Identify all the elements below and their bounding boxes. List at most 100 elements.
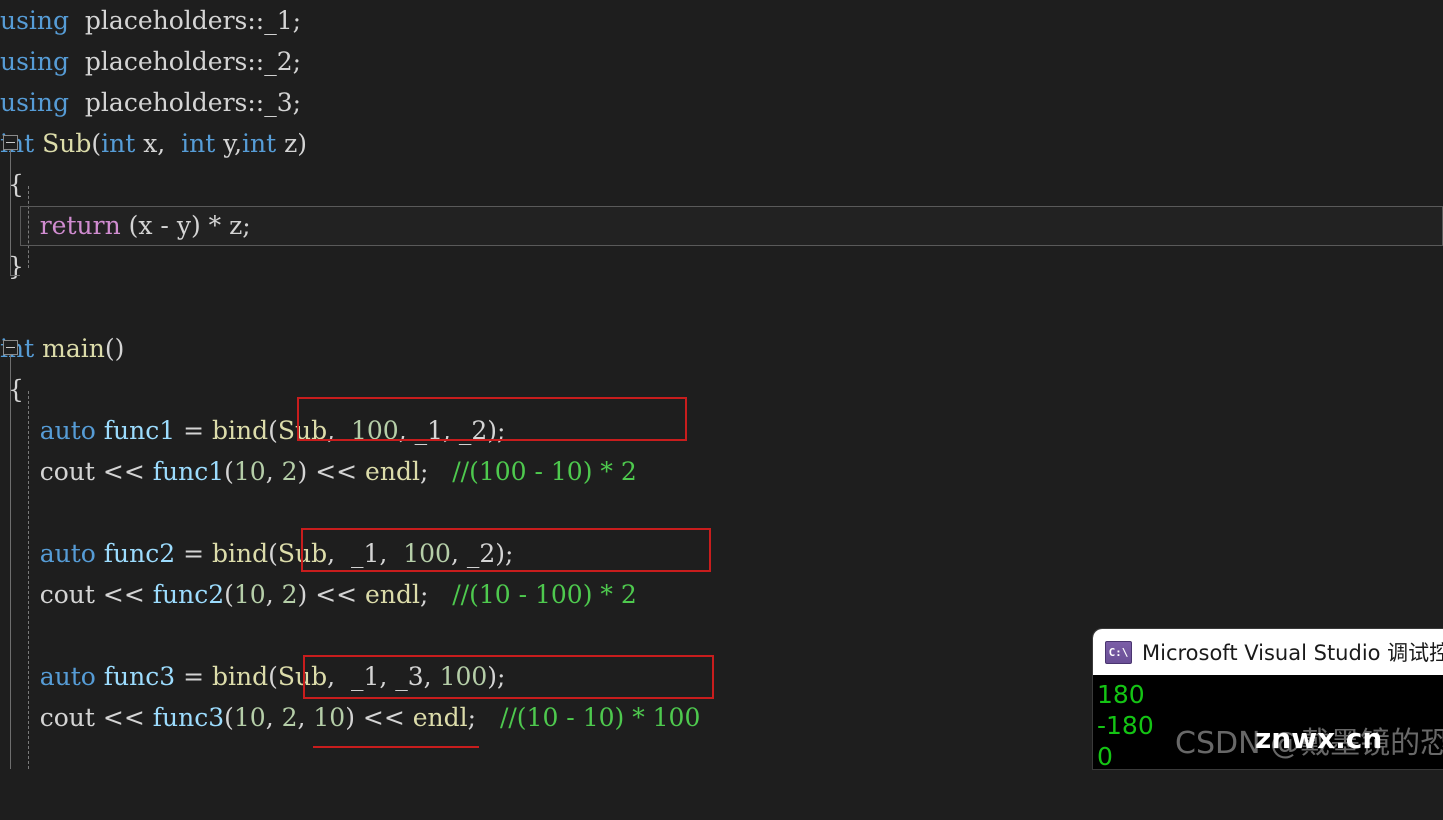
code-line[interactable]: auto func2 = bind(Sub, _1, 100, _2);	[0, 533, 514, 574]
code-line[interactable]: cout << func3(10, 2, 10) << endl; //(10 …	[0, 697, 701, 738]
code-token: Sub	[277, 539, 328, 568]
code-token: ) <<	[345, 703, 413, 732]
code-token: bind	[212, 662, 269, 691]
code-line[interactable]: int Sub(int x, int y,int z)	[0, 123, 307, 164]
code-token: bind	[212, 416, 269, 445]
code-token: cout <<	[0, 580, 153, 609]
code-token: //(100 - 10) * 2	[452, 457, 637, 486]
console-output-line: 0	[1097, 742, 1113, 769]
code-token: }	[0, 252, 24, 281]
console-output-line: 180	[1097, 680, 1145, 709]
code-line[interactable]: int main()	[0, 328, 124, 369]
code-token: ,	[265, 457, 282, 486]
debug-console-window[interactable]: C:\ Microsoft Visual Studio 调试控制台 180-18…	[1093, 629, 1443, 769]
code-token: main	[42, 334, 105, 363]
code-token: , _1, _3,	[327, 662, 440, 691]
code-token: 2	[281, 580, 298, 609]
fold-region-end	[10, 275, 20, 276]
code-line[interactable]: using placeholders::_1;	[0, 0, 301, 41]
code-line[interactable]: {	[0, 164, 24, 205]
code-token: 10	[233, 703, 266, 732]
code-token: ;	[467, 703, 500, 732]
code-token: (	[91, 129, 102, 158]
console-output: 180 -180 0	[1093, 675, 1443, 769]
code-token: 2	[281, 457, 298, 486]
code-token: ,	[265, 703, 282, 732]
code-token: ) <<	[297, 580, 366, 609]
code-token: endl	[412, 703, 468, 732]
code-token: //(10 - 100) * 2	[452, 580, 637, 609]
code-line[interactable]: }	[0, 246, 24, 287]
code-token: int	[101, 129, 136, 158]
code-token: int	[181, 129, 216, 158]
code-token: cout <<	[0, 703, 153, 732]
code-token: , _1,	[327, 539, 404, 568]
code-token: =	[175, 416, 213, 445]
console-output-line: -180	[1097, 711, 1154, 740]
fold-region-line	[10, 355, 11, 769]
code-token: int	[242, 129, 277, 158]
code-token: y,	[215, 129, 243, 158]
code-token: placeholders::_2;	[69, 47, 302, 76]
code-token: Sub	[277, 416, 328, 445]
code-token: (	[268, 416, 278, 445]
code-token: auto	[39, 416, 96, 445]
code-token: (	[224, 457, 234, 486]
code-line[interactable]: using placeholders::_3;	[0, 82, 301, 123]
code-token: ()	[104, 334, 125, 363]
code-token: {	[0, 170, 24, 199]
code-line[interactable]: {	[0, 369, 24, 410]
code-token: using	[0, 88, 70, 117]
current-line-highlight	[20, 206, 1443, 246]
code-token: , _2);	[450, 539, 514, 568]
code-token: 100	[439, 662, 488, 691]
code-token: cout <<	[0, 457, 153, 486]
code-token: Sub	[277, 662, 328, 691]
code-token: =	[175, 662, 213, 691]
code-token: 10	[233, 580, 266, 609]
fold-region-line	[10, 150, 11, 275]
code-token: {	[0, 375, 24, 404]
code-token: func3	[152, 703, 225, 732]
console-app-icon: C:\	[1105, 640, 1132, 664]
collapse-minus-icon[interactable]	[3, 340, 18, 355]
code-token: ;	[419, 457, 453, 486]
code-line[interactable]: auto func1 = bind(Sub, 100, _1, _2);	[0, 410, 506, 451]
code-token: ,	[297, 703, 314, 732]
code-token: ,	[265, 580, 282, 609]
code-token: 100	[350, 416, 399, 445]
collapse-minus-icon[interactable]	[3, 135, 18, 150]
code-token: func2	[103, 539, 176, 568]
code-token: ,	[327, 416, 351, 445]
code-token: 10	[313, 703, 346, 732]
code-token: (	[224, 580, 234, 609]
code-token: placeholders::_3;	[69, 88, 302, 117]
code-token: using	[0, 47, 70, 76]
code-token: ;	[419, 580, 453, 609]
code-line[interactable]: auto func3 = bind(Sub, _1, _3, 100);	[0, 656, 506, 697]
console-titlebar[interactable]: C:\ Microsoft Visual Studio 调试控制台	[1093, 629, 1443, 675]
code-token: 2	[281, 703, 298, 732]
code-token: z)	[276, 129, 308, 158]
code-token: using	[0, 6, 70, 35]
code-token: );	[487, 662, 506, 691]
code-line[interactable]: using placeholders::_2;	[0, 41, 301, 82]
code-line[interactable]: cout << func2(10, 2) << endl; //(10 - 10…	[0, 574, 637, 615]
code-token: func2	[152, 580, 225, 609]
code-line[interactable]: cout << func1(10, 2) << endl; //(100 - 1…	[0, 451, 637, 492]
code-token: //(10 - 10) * 100	[499, 703, 701, 732]
code-token: func1	[152, 457, 225, 486]
code-token: 10	[233, 457, 266, 486]
code-token: ) <<	[297, 457, 366, 486]
code-token: placeholders::_1;	[69, 6, 302, 35]
code-token: endl	[365, 580, 420, 609]
code-token: func3	[103, 662, 176, 691]
code-token: bind	[212, 539, 269, 568]
code-token: func1	[103, 416, 176, 445]
code-token: 100	[403, 539, 451, 568]
